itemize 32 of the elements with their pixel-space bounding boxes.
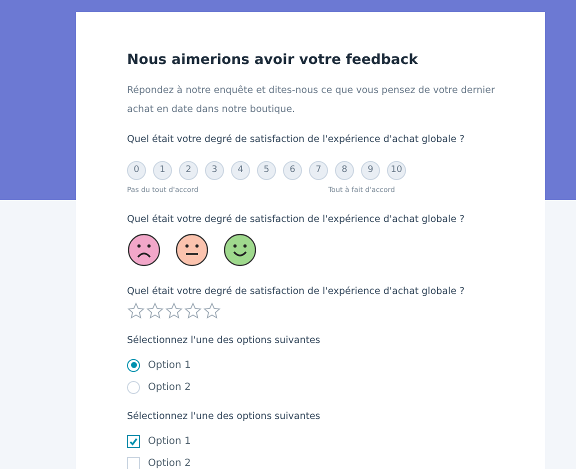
scale-option[interactable]: 10 <box>387 161 406 180</box>
scale-option[interactable]: 1 <box>153 161 172 180</box>
question-label: Sélectionnez l'une des options suivantes <box>127 410 322 424</box>
star-icon[interactable] <box>165 302 183 320</box>
star-icon[interactable] <box>127 302 145 320</box>
scale-option[interactable]: 3 <box>205 161 224 180</box>
scale-option[interactable]: 2 <box>179 161 198 180</box>
scale-option[interactable]: 0 <box>127 161 146 180</box>
form-title: Nous aimerions avoir votre feedback <box>127 52 419 69</box>
sad-face-icon[interactable] <box>127 232 161 267</box>
scale-option[interactable]: 5 <box>257 161 276 180</box>
scale-option[interactable]: 9 <box>361 161 380 180</box>
scale-option[interactable]: 4 <box>231 161 250 180</box>
happy-face-icon[interactable] <box>223 232 257 267</box>
question-label: Sélectionnez l'une des options suivantes <box>127 334 322 348</box>
question-label: Quel était votre degré de satisfaction de l'expérience d'achat globale ? <box>127 212 466 227</box>
form-description: Répondez à notre enquête et dites-nous ce que vous pensez de votre dernier achat en date dans notre boutique. <box>127 84 496 117</box>
star-icon[interactable] <box>203 302 221 320</box>
scale-option[interactable]: 6 <box>283 161 302 180</box>
option-label[interactable]: Option 1 <box>148 358 191 373</box>
scale-option[interactable]: 8 <box>335 161 354 180</box>
star-icon[interactable] <box>184 302 202 320</box>
neutral-face-icon[interactable] <box>175 232 209 267</box>
star-icon[interactable] <box>146 302 164 320</box>
radio-button[interactable] <box>127 358 140 372</box>
option-label[interactable]: Option 1 <box>148 434 191 450</box>
question-label: Quel était votre degré de satisfaction de l'expérience d'achat globale ? <box>127 284 466 299</box>
option-label[interactable]: Option 2 <box>148 456 191 469</box>
scale-option[interactable]: 7 <box>309 161 328 180</box>
question-label: Quel était votre degré de satisfaction de l'expérience d'achat globale ? <box>127 132 466 147</box>
checkbox[interactable] <box>127 435 140 448</box>
option-label[interactable]: Option 2 <box>148 380 191 395</box>
